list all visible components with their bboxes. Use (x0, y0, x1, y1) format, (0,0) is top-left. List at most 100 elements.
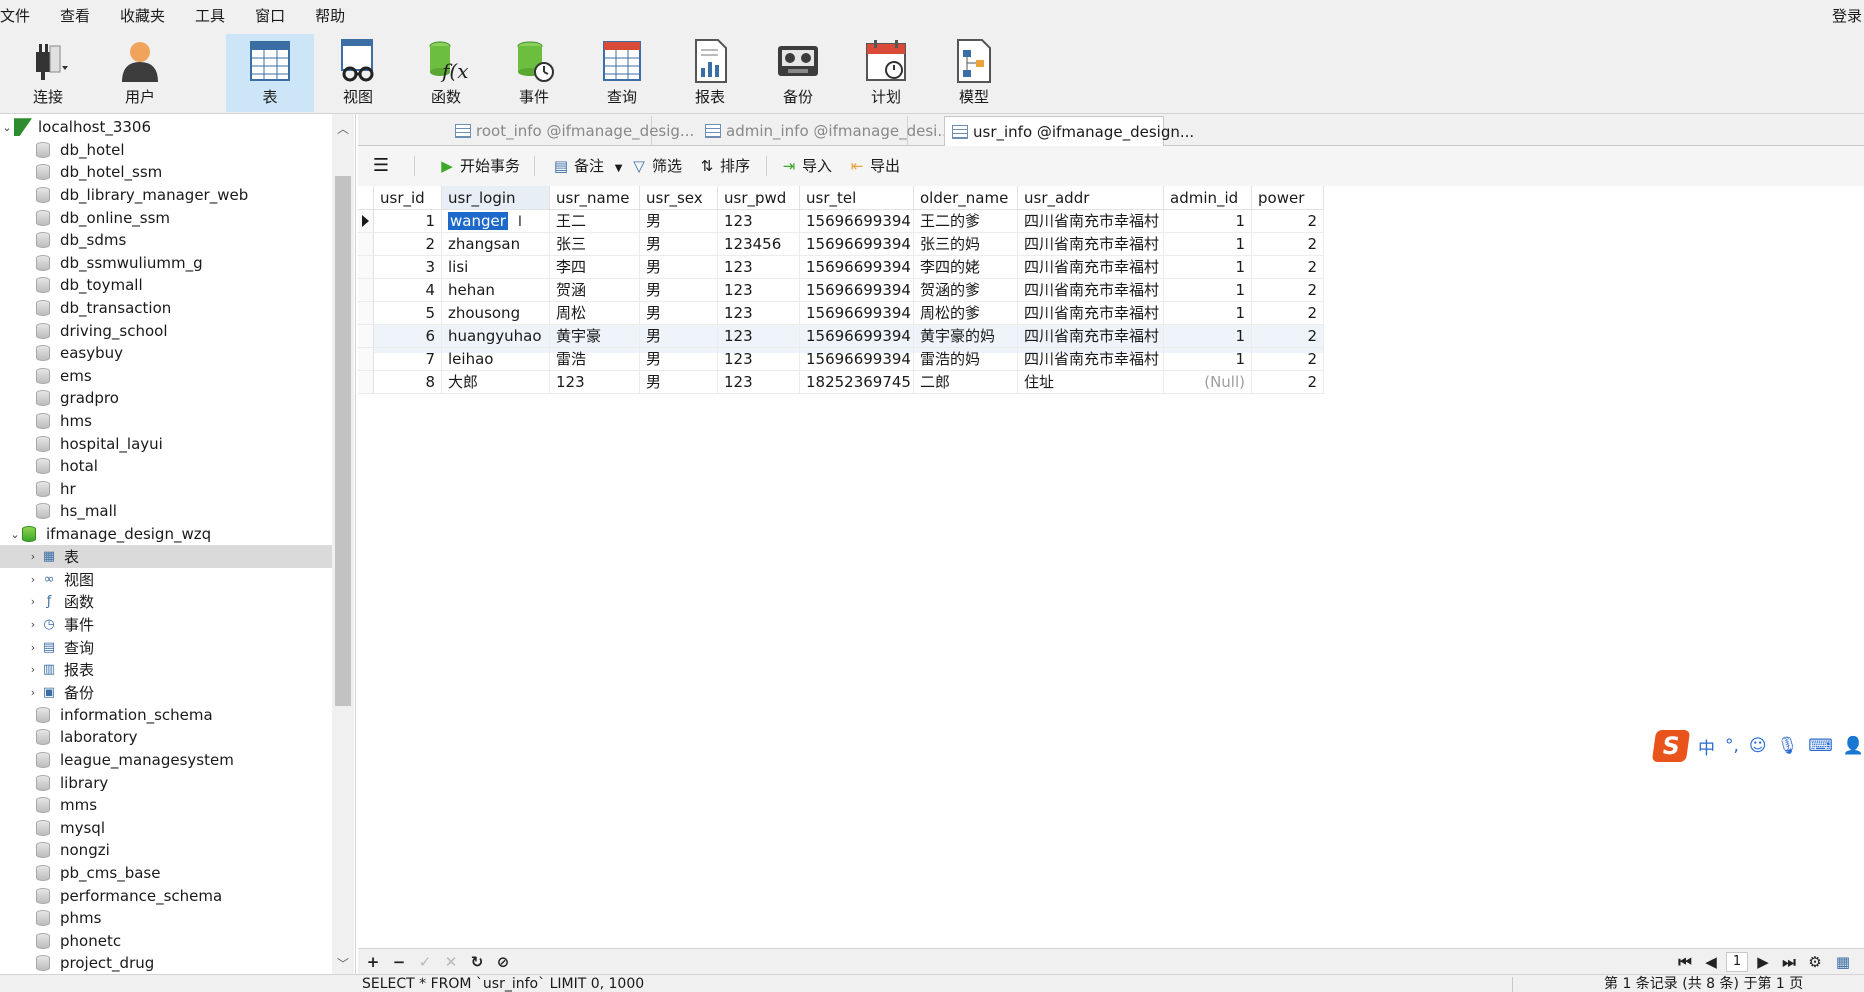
model-button[interactable]: 模型 (930, 34, 1018, 112)
table-cell[interactable]: 2 (1252, 371, 1324, 394)
table-cell[interactable]: (Null) (1164, 371, 1252, 394)
table-button[interactable]: 表 (226, 34, 314, 112)
tree-database[interactable]: phonetc (0, 930, 332, 953)
chevron-right-icon[interactable]: › (26, 686, 40, 699)
function-button[interactable]: f(x) 函数 (402, 34, 490, 112)
table-cell[interactable]: 15696699394 (800, 279, 914, 302)
chevron-right-icon[interactable]: › (26, 641, 40, 654)
table-cell[interactable]: 2 (1252, 279, 1324, 302)
report-button[interactable]: 报表 (666, 34, 754, 112)
tree-database[interactable]: hs_mall (0, 500, 332, 523)
table-cell[interactable]: 6 (374, 325, 442, 348)
add-record-button[interactable]: + (362, 951, 384, 973)
table-cell[interactable]: 3 (374, 256, 442, 279)
prev-page-button[interactable]: ◀ (1700, 951, 1722, 973)
tree-database[interactable]: library (0, 771, 332, 794)
table-cell[interactable]: 123 (718, 371, 800, 394)
tree-object-folder[interactable]: › ◷ 事件 (0, 613, 332, 636)
menu-button[interactable]: ☰ (370, 154, 392, 178)
table-cell[interactable]: 男 (640, 256, 718, 279)
table-cell[interactable]: 1 (1164, 302, 1252, 325)
table-cell[interactable]: 四川省南充市幸福村 (1018, 325, 1164, 348)
table-cell[interactable]: 黄宇豪 (550, 325, 640, 348)
ime-mode[interactable]: 中 (1698, 734, 1715, 759)
tree-database[interactable]: project_drug (0, 952, 332, 974)
table-cell[interactable]: 男 (640, 325, 718, 348)
next-page-button[interactable]: ▶ (1752, 951, 1774, 973)
table-cell[interactable]: lisi (442, 256, 550, 279)
table-cell[interactable]: 王二的爹 (914, 210, 1018, 233)
table-cell[interactable]: zhousong (442, 302, 550, 325)
tree-database[interactable]: mysql (0, 817, 332, 840)
row-marker[interactable] (358, 256, 374, 279)
tree-database[interactable]: db_online_ssm (0, 206, 332, 229)
tree-database[interactable]: mms (0, 794, 332, 817)
sidebar-scrollbar[interactable]: ︿ ﹀ (332, 114, 354, 974)
table-cell[interactable]: 18252369745 (800, 371, 914, 394)
table-cell[interactable]: 住址 (1018, 371, 1164, 394)
tree-database[interactable]: hr (0, 478, 332, 501)
chevron-right-icon[interactable]: › (26, 663, 40, 676)
table-cell[interactable]: 周松的爹 (914, 302, 1018, 325)
column-header[interactable]: usr_login (442, 186, 550, 210)
tree-database[interactable]: db_ssmwuliumm_g (0, 252, 332, 275)
table-cell[interactable]: 123 (550, 371, 640, 394)
table-cell[interactable]: 1 (1164, 279, 1252, 302)
stop-icon[interactable]: ⊘ (492, 951, 514, 973)
table-cell[interactable]: 2 (374, 233, 442, 256)
grid-view-icon[interactable]: ▦ (1832, 951, 1854, 973)
table-cell[interactable]: 贺涵 (550, 279, 640, 302)
row-marker[interactable] (358, 325, 374, 348)
table-cell[interactable]: 123 (718, 279, 800, 302)
column-header[interactable]: usr_sex (640, 186, 718, 210)
tree-object-folder[interactable]: › ▥ 报表 (0, 658, 332, 681)
discard-changes-button[interactable]: ✕ (440, 951, 462, 973)
tree-database[interactable]: db_toymall (0, 274, 332, 297)
table-cell[interactable]: 123 (718, 325, 800, 348)
table-cell[interactable]: 123 (718, 302, 800, 325)
table-cell[interactable]: 2 (1252, 302, 1324, 325)
table-cell[interactable]: 二郎 (914, 371, 1018, 394)
tree-database[interactable]: hms (0, 410, 332, 433)
column-header[interactable]: older_name (914, 186, 1018, 210)
backup-button[interactable]: 备份 (754, 34, 842, 112)
table-cell[interactable]: 1 (374, 210, 442, 233)
row-marker[interactable] (358, 233, 374, 256)
tree-connection[interactable]: ⌄ localhost_3306 (0, 116, 332, 139)
apply-changes-button[interactable]: ✓ (414, 951, 436, 973)
table-cell[interactable]: 123 (718, 348, 800, 371)
menu-tools[interactable]: 工具 (180, 0, 240, 32)
sort-button[interactable]: ⇅ 排序 (698, 154, 750, 178)
table-cell[interactable]: 2 (1252, 210, 1324, 233)
sogou-logo[interactable]: S (1651, 730, 1691, 762)
tree-object-folder[interactable]: › ƒ 函数 (0, 591, 332, 614)
event-button[interactable]: 事件 (490, 34, 578, 112)
table-cell[interactable]: 四川省南充市幸福村 (1018, 279, 1164, 302)
table-cell[interactable]: wanger I (442, 210, 550, 233)
last-page-button[interactable]: ⏭ (1778, 951, 1800, 973)
tree-database[interactable]: db_library_manager_web (0, 184, 332, 207)
scroll-thumb[interactable] (335, 176, 351, 706)
chevron-down-icon[interactable]: ⌄ (0, 121, 14, 134)
scroll-down-icon[interactable]: ﹀ (337, 955, 349, 972)
table-row[interactable]: 8 大郎 123 男 123 18252369745 二郎 住址 (Null) 2 (358, 371, 1324, 399)
user-button[interactable]: 用户 (96, 34, 184, 112)
table-cell[interactable]: 贺涵的爹 (914, 279, 1018, 302)
table-cell[interactable]: 大郎 (442, 371, 550, 394)
tree-object-folder[interactable]: › ∞ 视图 (0, 568, 332, 591)
microphone-icon[interactable]: 🎙 (1777, 736, 1799, 756)
column-header[interactable]: admin_id (1164, 186, 1252, 210)
menu-file[interactable]: 文件 (0, 0, 45, 32)
tree-database[interactable]: pb_cms_base (0, 862, 332, 885)
query-button[interactable]: 查询 (578, 34, 666, 112)
table-cell[interactable]: 四川省南充市幸福村 (1018, 233, 1164, 256)
connect-button[interactable]: 连接 (4, 34, 92, 112)
refresh-icon[interactable]: ↻ (466, 951, 488, 973)
tree-database[interactable]: driving_school (0, 319, 332, 342)
table-cell[interactable]: 男 (640, 210, 718, 233)
column-header[interactable]: power (1252, 186, 1324, 210)
table-cell[interactable]: 李四 (550, 256, 640, 279)
table-cell[interactable]: 黄宇豪的妈 (914, 325, 1018, 348)
table-cell[interactable]: 5 (374, 302, 442, 325)
menu-view[interactable]: 查看 (45, 0, 105, 32)
